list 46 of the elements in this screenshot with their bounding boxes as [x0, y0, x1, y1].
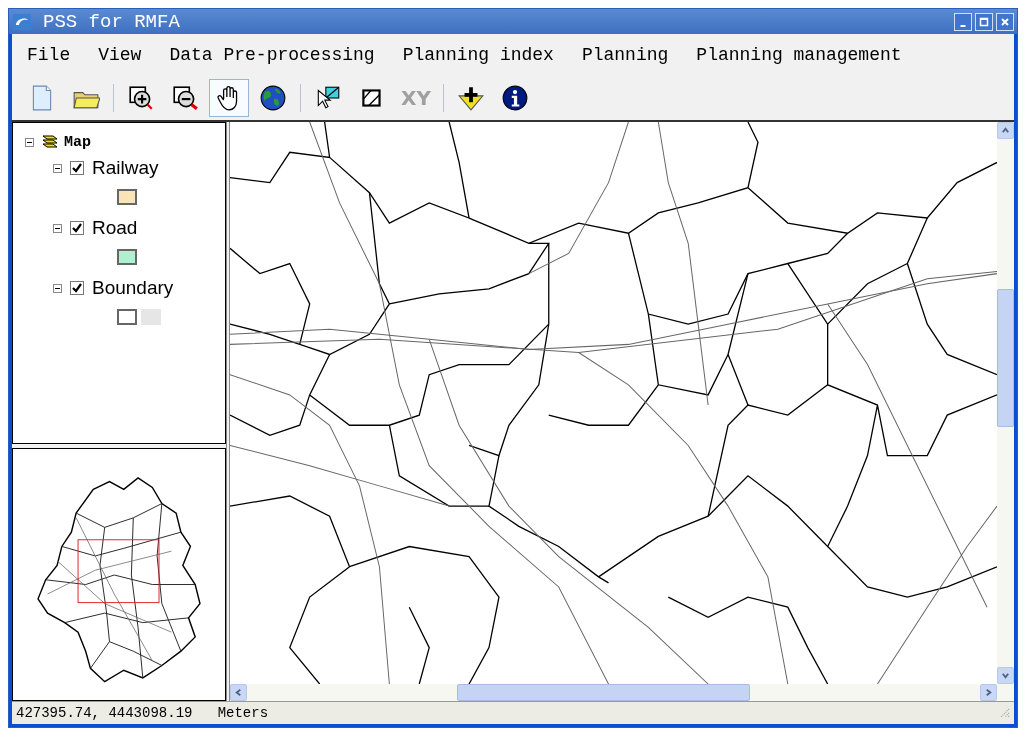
collapse-icon[interactable]: [25, 137, 34, 147]
scroll-down-button[interactable]: [997, 667, 1014, 684]
coordinates-text: 427395.74, 4443098.19 Meters: [16, 705, 269, 721]
scrollbar-thumb[interactable]: [457, 684, 750, 701]
scroll-left-button[interactable]: [230, 684, 247, 701]
globe-icon: [259, 84, 287, 112]
menu-item[interactable]: Planning index: [402, 45, 554, 65]
maximize-icon: [979, 16, 989, 27]
layer-label[interactable]: Road: [92, 217, 138, 239]
resize-grip-icon: [1000, 708, 1010, 718]
map-drawing[interactable]: [230, 122, 997, 684]
scrollbar-thumb[interactable]: [997, 289, 1014, 427]
menu-item[interactable]: Data Pre-processing: [169, 45, 375, 65]
info-icon: [501, 84, 529, 112]
layer-checkbox[interactable]: [70, 221, 84, 235]
layer-checkbox[interactable]: [70, 281, 84, 295]
scroll-up-button[interactable]: [997, 122, 1014, 139]
vertical-scrollbar[interactable]: [997, 122, 1014, 684]
menu-item[interactable]: Planning: [581, 45, 669, 65]
zoom-in-icon: [127, 84, 155, 112]
horizontal-scrollbar[interactable]: [230, 684, 1014, 701]
hand-button[interactable]: [209, 79, 249, 117]
minimize-button[interactable]: [954, 12, 972, 31]
layer-label[interactable]: Boundary: [92, 277, 174, 299]
chevron-left-icon: [234, 688, 243, 697]
close-button[interactable]: [996, 12, 1014, 31]
menu-item[interactable]: Planning management: [696, 45, 902, 65]
layer-checkbox[interactable]: [70, 161, 84, 175]
plus-arrow-icon: [457, 84, 485, 112]
minimize-icon: [960, 24, 966, 27]
layer-group-label[interactable]: Map: [64, 133, 91, 151]
window-title: PSS for RMFA: [43, 10, 181, 33]
maximize-button[interactable]: [975, 12, 993, 31]
collapse-icon[interactable]: [53, 223, 62, 233]
menu-item[interactable]: File: [27, 45, 71, 65]
collapse-icon[interactable]: [53, 163, 62, 173]
layer-label[interactable]: Railway: [92, 157, 159, 179]
chevron-up-icon: [1001, 126, 1010, 135]
chevron-right-icon: [984, 688, 993, 697]
app-icon: [13, 13, 31, 30]
chevron-down-icon: [1001, 671, 1010, 680]
collapse-icon[interactable]: [53, 283, 62, 293]
scroll-right-button[interactable]: [980, 684, 997, 701]
zoom-out-icon: [171, 84, 199, 112]
menu-item[interactable]: View: [98, 45, 142, 65]
close-icon: [1000, 16, 1010, 27]
